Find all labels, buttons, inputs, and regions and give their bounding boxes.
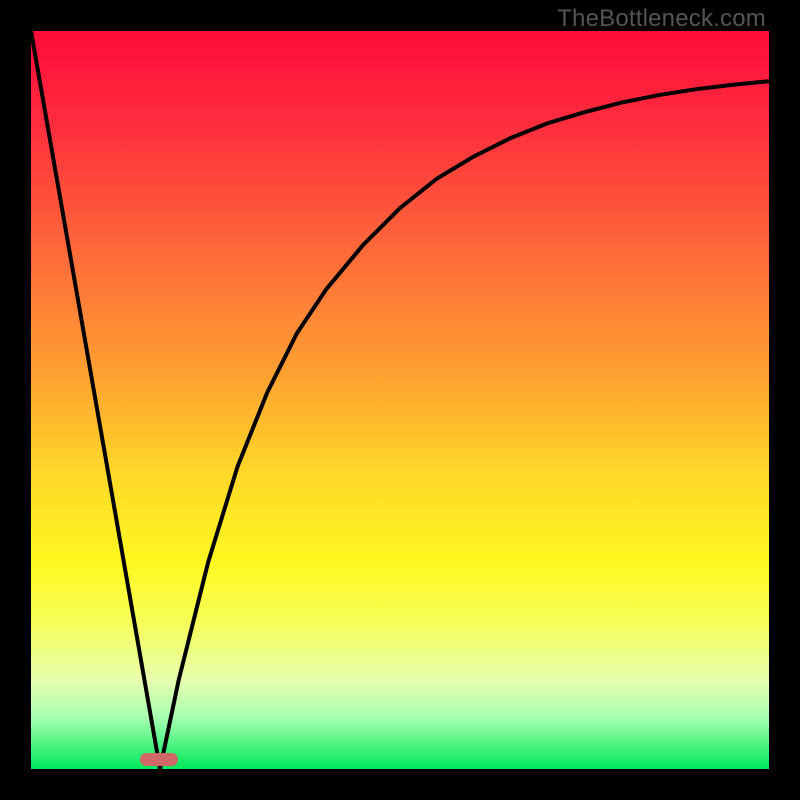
watermark-text: TheBottleneck.com — [557, 5, 766, 33]
curve-right-ascent — [160, 81, 769, 769]
chart-frame: TheBottleneck.com — [0, 0, 800, 800]
plot-area — [31, 31, 769, 769]
bottleneck-curve — [31, 31, 769, 769]
curve-left-descent — [31, 31, 160, 769]
optimal-point-marker — [140, 753, 178, 766]
